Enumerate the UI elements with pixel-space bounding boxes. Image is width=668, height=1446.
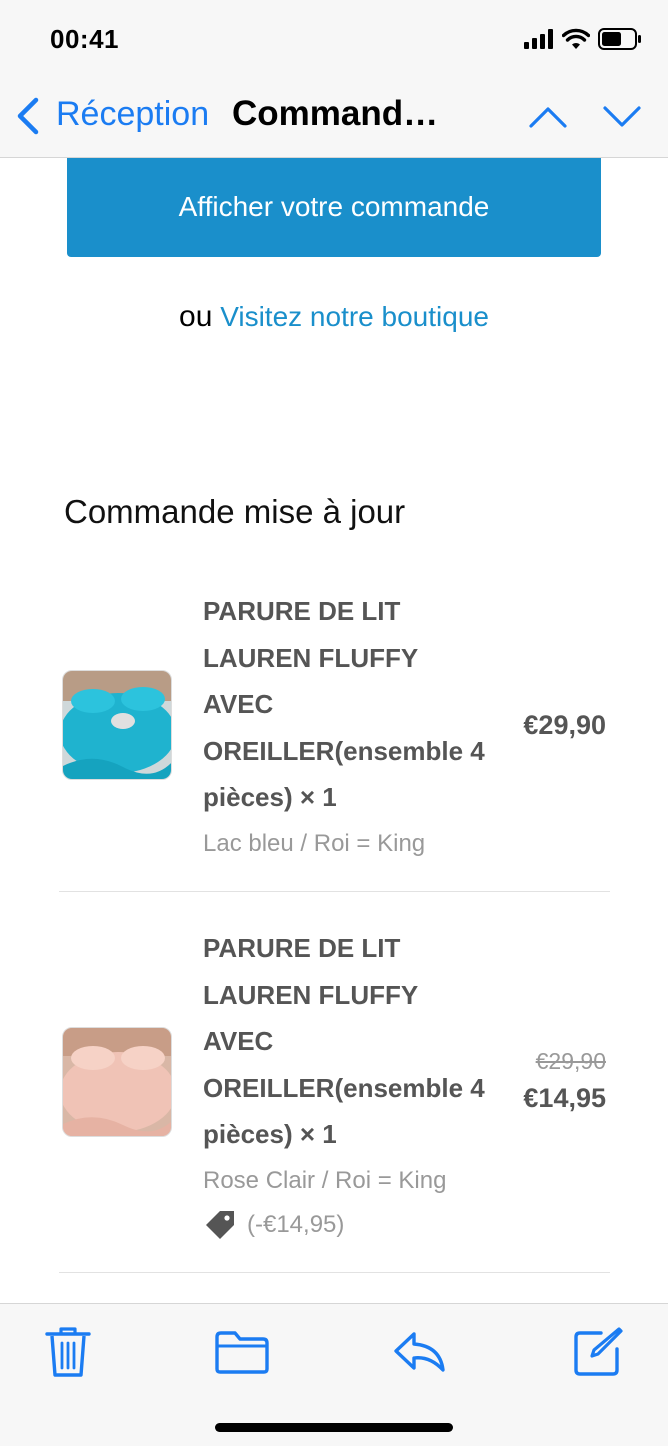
previous-message-icon[interactable] <box>528 102 568 132</box>
compose-button[interactable] <box>570 1324 626 1380</box>
product-image-pink <box>63 1028 171 1136</box>
folder-icon <box>215 1331 269 1374</box>
email-body: Afficher votre commande ou Visitez notre… <box>0 158 668 1303</box>
visit-shop-link[interactable]: Visitez notre boutique <box>220 301 489 332</box>
reply-icon <box>394 1332 445 1372</box>
discount-row: (-€14,95) <box>203 1209 344 1241</box>
back-chevron-icon[interactable] <box>14 96 44 136</box>
navigation-bar: Réception Command… <box>0 80 668 158</box>
status-bar: 00:41 <box>0 0 668 80</box>
move-to-folder-button[interactable] <box>214 1324 270 1380</box>
shop-link-line: ou Visitez notre boutique <box>0 300 668 334</box>
cellular-signal-icon <box>524 29 553 49</box>
bottom-toolbar <box>0 1303 668 1446</box>
home-indicator <box>215 1423 453 1432</box>
battery-icon <box>598 28 641 50</box>
item-divider <box>59 1272 610 1273</box>
product-variant: Lac bleu / Roi = King <box>203 830 426 857</box>
product-name: PARURE DE LIT LAUREN FLUFFY AVEC OREILLE… <box>203 933 485 1149</box>
product-variant: Rose Clair / Roi = King <box>203 1167 447 1194</box>
status-icons <box>524 28 642 50</box>
or-text: ou <box>179 300 213 333</box>
reply-button[interactable] <box>392 1324 448 1380</box>
discount-amount: (-€14,95) <box>247 1211 345 1238</box>
view-order-button[interactable]: Afficher votre commande <box>67 158 601 257</box>
back-button[interactable]: Réception <box>56 95 209 134</box>
trash-icon <box>45 1327 91 1377</box>
product-name: PARURE DE LIT LAUREN FLUFFY AVEC OREILLE… <box>203 596 485 812</box>
page-title: Command… <box>232 94 439 133</box>
order-item: PARURE DE LIT LAUREN FLUFFY AVEC OREILLE… <box>60 588 610 888</box>
price-tag-icon <box>206 1211 234 1239</box>
next-message-icon[interactable] <box>602 102 642 132</box>
item-divider <box>59 891 610 892</box>
product-thumbnail <box>62 670 172 780</box>
product-original-price: €29,90 <box>535 1048 606 1074</box>
section-title: Commande mise à jour <box>64 493 406 530</box>
compose-icon <box>574 1327 623 1376</box>
product-price: €14,95 <box>523 1083 606 1113</box>
product-thumbnail <box>62 1027 172 1137</box>
trash-button[interactable] <box>40 1324 96 1380</box>
status-time: 00:41 <box>50 24 119 54</box>
product-image-blue <box>63 671 171 779</box>
wifi-icon <box>562 28 590 49</box>
order-item: PARURE DE LIT LAUREN FLUFFY AVEC OREILLE… <box>60 925 610 1255</box>
product-price: €29,90 <box>523 710 606 740</box>
